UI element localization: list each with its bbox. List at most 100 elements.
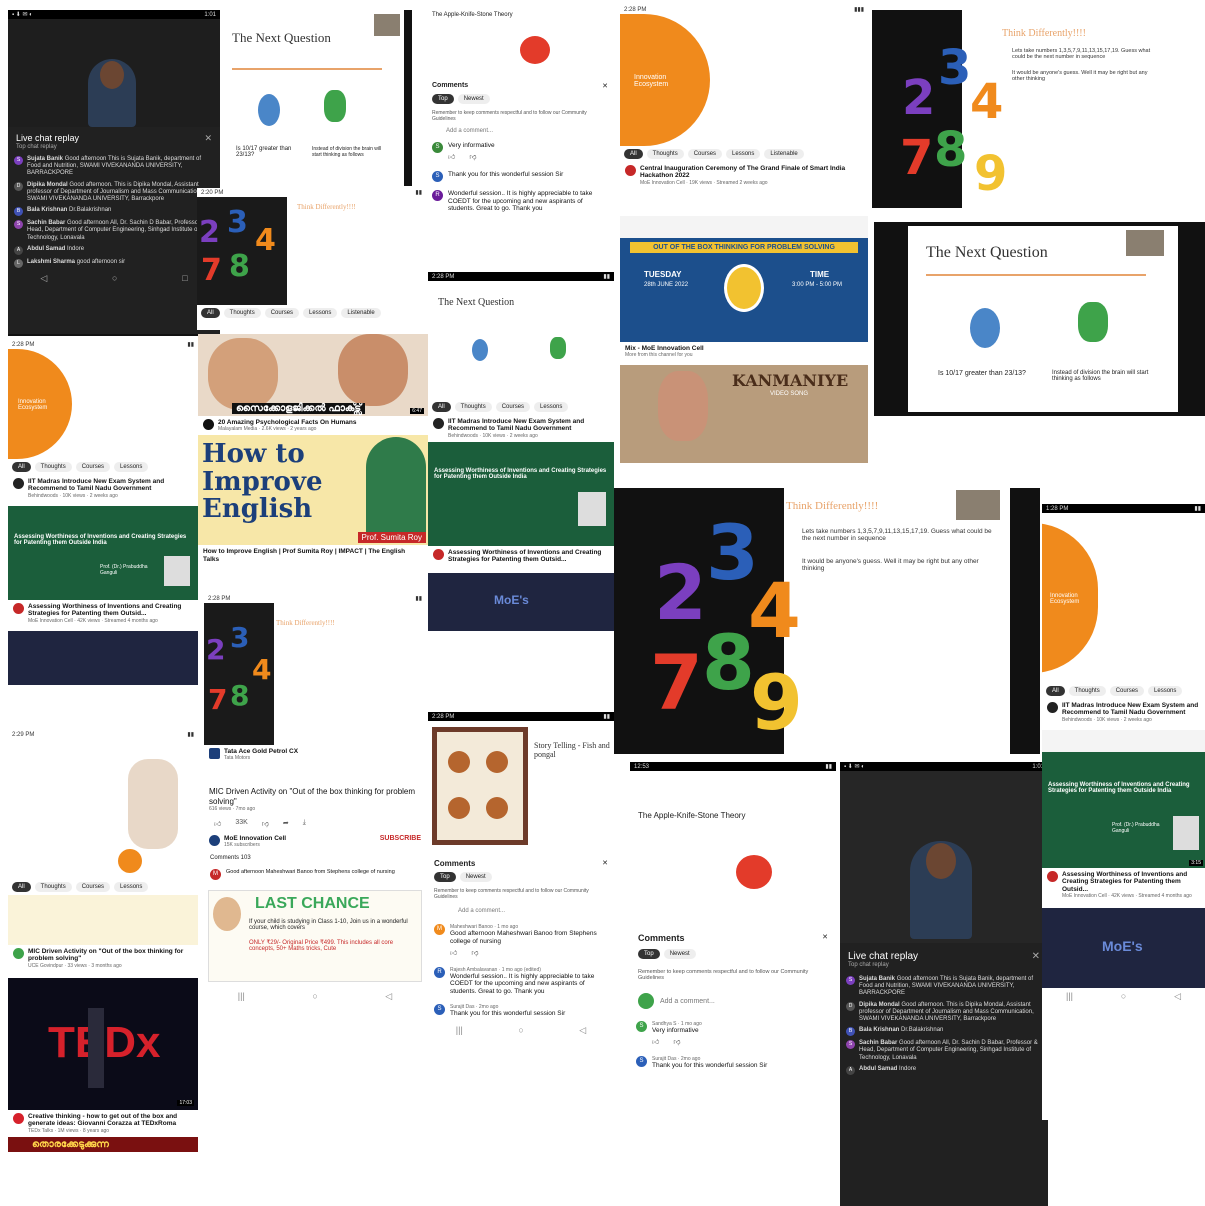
- like-icon[interactable]: 👍︎: [450, 948, 457, 957]
- chip-listenable[interactable]: Listenable: [764, 149, 804, 159]
- subscribe-button[interactable]: SUBSCRIBE: [380, 835, 421, 842]
- slide-area[interactable]: Innovation Ecosystem: [8, 349, 198, 459]
- moe-thumb[interactable]: MoE's: [428, 572, 614, 631]
- video-player[interactable]: [840, 771, 1048, 943]
- psych-thumb[interactable]: സൈക്കോളജിക്കൽ ഫാക്ട്സ് 6:47: [198, 334, 428, 416]
- dislike-icon[interactable]: 👎︎: [471, 948, 478, 957]
- chip-thoughts[interactable]: Thoughts: [223, 308, 261, 318]
- chip-lessons[interactable]: Lessons: [726, 149, 761, 159]
- like-icon[interactable]: 👍︎: [448, 152, 455, 161]
- chip-thoughts[interactable]: Thoughts: [34, 462, 72, 472]
- ted-thumb[interactable]: TEDx 17:03: [8, 977, 198, 1110]
- english-thumb[interactable]: How to Improve English Prof. Sumita Roy: [198, 435, 428, 546]
- chip-lessons[interactable]: Lessons: [534, 402, 569, 412]
- video-item[interactable]: IIT Madras Introduce New Exam System and…: [1042, 699, 1205, 726]
- add-comment-input[interactable]: Add a comment...: [428, 902, 614, 920]
- recents-icon[interactable]: |||: [238, 991, 245, 1002]
- kanmaniye-thumb[interactable]: KANMANIYE VIDEO SONG: [620, 365, 868, 464]
- comment-actions[interactable]: 👍︎ 👎︎: [652, 1035, 702, 1048]
- close-icon[interactable]: ✕: [822, 933, 828, 943]
- slide[interactable]: 2 3 4 7 8 Think Differently!!!!: [204, 603, 426, 745]
- slide[interactable]: The Next Question: [428, 281, 614, 399]
- video-item[interactable]: Central Inauguration Ceremony of The Gra…: [620, 162, 868, 189]
- video-item[interactable]: Creative thinking - how to get out of th…: [8, 1110, 198, 1137]
- recents-icon[interactable]: □: [182, 273, 187, 284]
- comment-preview[interactable]: M Good afternoon Maheshwari Banoo from St…: [204, 865, 426, 884]
- comments-count[interactable]: Comments 103: [204, 851, 426, 865]
- close-icon[interactable]: ✕: [1032, 951, 1040, 962]
- video-item[interactable]: Assessing Worthiness of Inventions and C…: [1042, 868, 1205, 902]
- filter-newest[interactable]: Newest: [457, 94, 490, 104]
- filter-top[interactable]: Top: [434, 872, 456, 882]
- assessing-banner[interactable]: Assessing Worthiness of Inventions and C…: [428, 441, 614, 546]
- chip-all[interactable]: All: [12, 462, 31, 472]
- home-icon[interactable]: ○: [112, 273, 117, 284]
- chip-all[interactable]: All: [432, 402, 451, 412]
- like-icon[interactable]: 👍︎: [214, 819, 221, 828]
- recents-icon[interactable]: |||: [1066, 991, 1073, 1002]
- video-item[interactable]: MIC Driven Activity on "Out of the box t…: [8, 945, 198, 972]
- back-icon[interactable]: ◁: [385, 991, 392, 1002]
- chip-thoughts[interactable]: Thoughts: [454, 402, 492, 412]
- dislike-icon[interactable]: 👎︎: [469, 152, 476, 161]
- filter-top[interactable]: Top: [432, 94, 454, 104]
- chip-listenable[interactable]: Listenable: [341, 308, 381, 318]
- video-item[interactable]: Assessing Worthiness of Inventions and C…: [428, 546, 614, 567]
- close-icon[interactable]: ✕: [602, 859, 608, 868]
- comment-actions[interactable]: 👍︎ 👎︎: [448, 150, 495, 163]
- back-icon[interactable]: ◁: [579, 1025, 586, 1036]
- video-item[interactable]: IIT Madras Introduce New Exam System and…: [428, 415, 614, 442]
- assessing-banner[interactable]: Assessing Worthiness of Inventions and C…: [1042, 751, 1205, 868]
- video-item[interactable]: IIT Madras Introduce New Exam System and…: [8, 475, 198, 502]
- chip-thoughts[interactable]: Thoughts: [1068, 686, 1106, 696]
- mix-item[interactable]: Mix - MoE Innovation Cell More from this …: [620, 342, 868, 361]
- video-item[interactable]: How to Improve English | Prof Sumita Roy…: [198, 545, 428, 566]
- chip-lessons[interactable]: Lessons: [303, 308, 338, 318]
- slide-area[interactable]: Innovation Ecosystem: [620, 14, 868, 146]
- like-icon[interactable]: 👍︎: [652, 1037, 659, 1046]
- chip-lessons[interactable]: Lessons: [114, 462, 149, 472]
- share-icon[interactable]: ➦: [283, 819, 289, 828]
- chip-thoughts[interactable]: Thoughts: [34, 882, 72, 892]
- ad-row[interactable]: Tata Ace Gold Petrol CX Tata Motors: [204, 745, 426, 764]
- assessing-banner[interactable]: Assessing Worthiness of Inventions and C…: [8, 505, 198, 600]
- chip-all[interactable]: All: [1046, 686, 1065, 696]
- slide[interactable]: 2 3 4 7 8 Think Differently!!!!: [197, 197, 426, 305]
- thumb-title[interactable]: തൊരക്കേടുക്കുന്ന: [8, 1136, 198, 1152]
- close-icon[interactable]: ✕: [204, 133, 212, 144]
- last-chance-ad[interactable]: LAST CHANCE If your child is studying in…: [208, 890, 422, 983]
- moe-thumb[interactable]: [8, 630, 198, 685]
- add-comment-input[interactable]: Add a comment...: [660, 998, 715, 1005]
- back-icon[interactable]: ◁: [1174, 991, 1181, 1002]
- moe-thumb[interactable]: MoE's: [1042, 908, 1205, 989]
- dislike-icon[interactable]: 👎︎: [262, 819, 269, 828]
- filter-newest[interactable]: Newest: [663, 949, 696, 959]
- chip-thoughts[interactable]: Thoughts: [646, 149, 684, 159]
- home-icon[interactable]: ○: [1121, 991, 1126, 1002]
- dislike-icon[interactable]: 👎︎: [673, 1037, 680, 1046]
- chip-courses[interactable]: Courses: [687, 149, 723, 159]
- download-icon[interactable]: ⤓: [303, 819, 306, 828]
- recents-icon[interactable]: |||: [456, 1025, 463, 1036]
- sketch-slide[interactable]: [8, 739, 198, 879]
- close-icon[interactable]: ✕: [602, 82, 608, 90]
- chip-all[interactable]: All: [624, 149, 643, 159]
- chip-lessons[interactable]: Lessons: [1148, 686, 1183, 696]
- filter-newest[interactable]: Newest: [459, 872, 492, 882]
- home-icon[interactable]: ○: [312, 991, 317, 1002]
- event-banner[interactable]: OUT OF THE BOX THINKING FOR PROBLEM SOLV…: [620, 216, 868, 342]
- chip-all[interactable]: All: [12, 882, 31, 892]
- video-player[interactable]: [8, 19, 220, 127]
- chat-subtitle[interactable]: Top chat replay: [8, 144, 220, 154]
- chat-subtitle[interactable]: Top chat replay: [840, 962, 1048, 974]
- comment-actions[interactable]: 👍︎ 👎︎: [450, 946, 608, 959]
- slide-area[interactable]: Innovation Ecosystem: [1042, 513, 1205, 683]
- back-icon[interactable]: ◁: [40, 273, 47, 284]
- chip-courses[interactable]: Courses: [264, 308, 300, 318]
- video-item[interactable]: 20 Amazing Psychological Facts On Humans…: [198, 416, 428, 435]
- chip-courses[interactable]: Courses: [1109, 686, 1145, 696]
- slide[interactable]: The Apple-Knife-Stone Theory: [630, 771, 836, 925]
- home-icon[interactable]: ○: [518, 1025, 523, 1036]
- chip-courses[interactable]: Courses: [495, 402, 531, 412]
- chip-courses[interactable]: Courses: [75, 882, 111, 892]
